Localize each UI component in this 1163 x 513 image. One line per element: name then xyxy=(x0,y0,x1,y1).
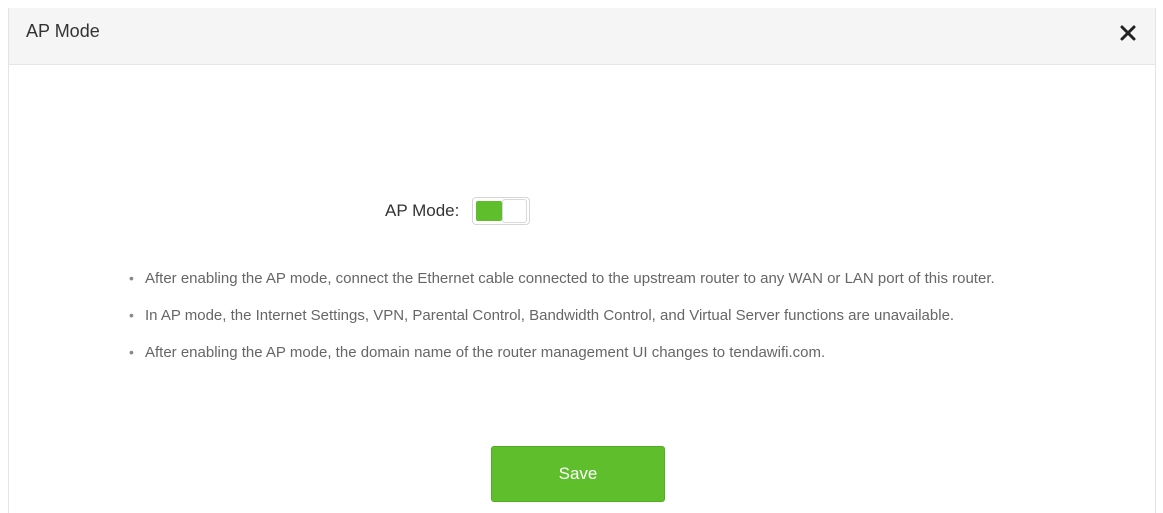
ap-mode-label: AP Mode: xyxy=(385,201,460,220)
bullet-icon: • xyxy=(129,270,134,286)
dialog-title: AP Mode xyxy=(26,21,100,41)
close-icon[interactable] xyxy=(1117,22,1139,44)
ap-mode-field: AP Mode: xyxy=(385,196,531,226)
note-text: After enabling the AP mode, connect the … xyxy=(145,270,995,287)
note-text: After enabling the AP mode, the domain n… xyxy=(145,344,826,361)
ap-mode-notes: • After enabling the AP mode, connect th… xyxy=(129,267,1029,378)
ap-mode-toggle[interactable] xyxy=(472,197,531,225)
note-item: • In AP mode, the Internet Settings, VPN… xyxy=(129,304,1029,327)
bullet-icon: • xyxy=(129,344,134,360)
note-item: • After enabling the AP mode, the domain… xyxy=(129,341,1029,364)
note-text: In AP mode, the Internet Settings, VPN, … xyxy=(145,307,955,324)
toggle-knob xyxy=(502,199,528,223)
toggle-on-fill xyxy=(476,201,503,221)
bullet-icon: • xyxy=(129,307,134,323)
ap-mode-dialog: AP Mode AP Mode: • After enabling the AP… xyxy=(8,8,1156,513)
dialog-header: AP Mode xyxy=(9,8,1155,65)
save-button[interactable]: Save xyxy=(491,446,665,502)
note-item: • After enabling the AP mode, connect th… xyxy=(129,267,1029,290)
